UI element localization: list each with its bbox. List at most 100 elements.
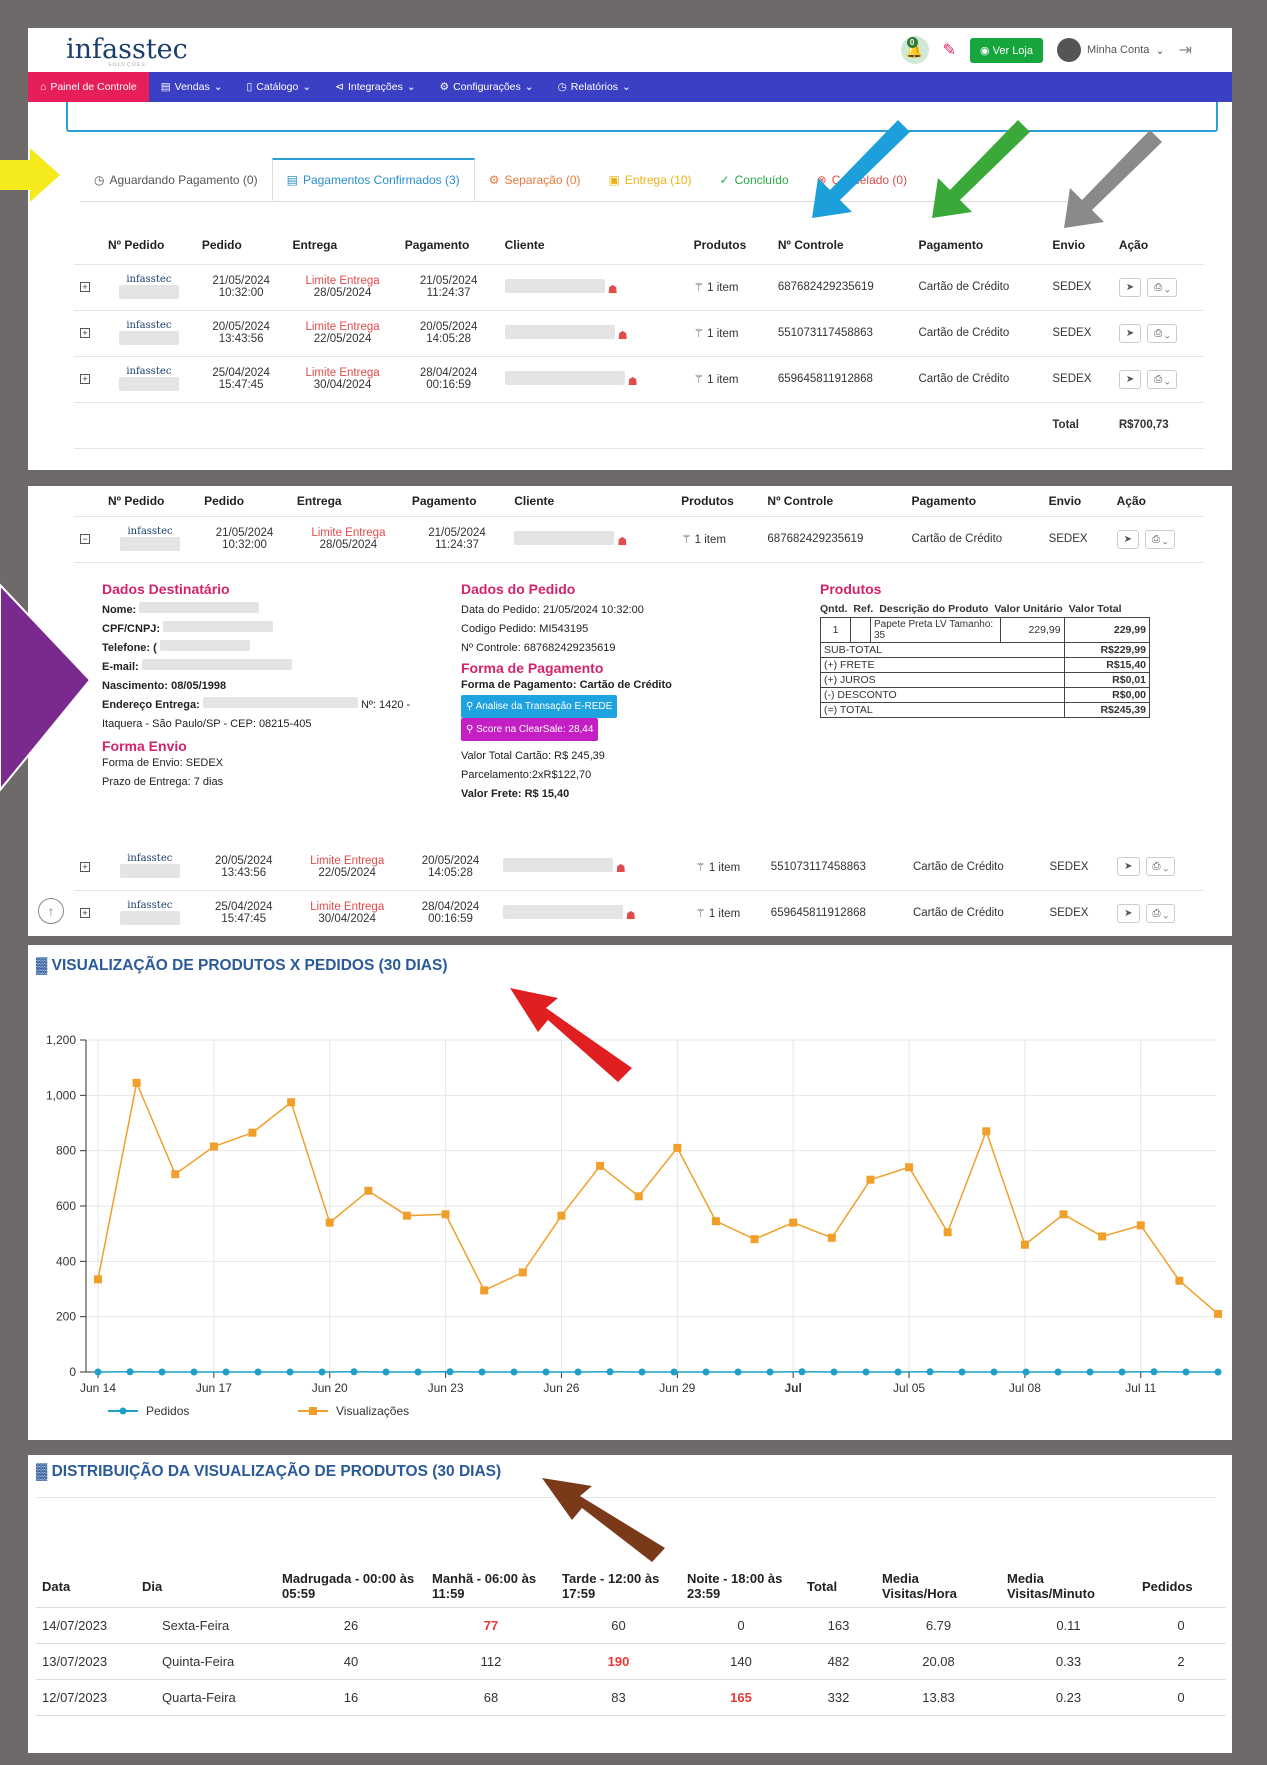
tab-concluido[interactable]: ✓ Concluído [706, 158, 803, 201]
table-cell: 83 [556, 1679, 681, 1716]
pag-time: 11:24:37 [426, 287, 471, 299]
table-header-row: Data Dia Madrugada - 00:00 às 05:59 Manh… [36, 1565, 1226, 1608]
clearsale-button[interactable]: ⚲ Score na ClearSale: 28,44 [461, 718, 599, 741]
collapse-icon[interactable]: − [80, 534, 90, 544]
tab-separacao[interactable]: ⚙ Separação (0) [475, 158, 595, 201]
table-header-row: Nº Pedido Pedido Entrega Pagamento Clien… [74, 486, 1204, 517]
account-menu[interactable]: Minha Conta ⌄ [1057, 38, 1165, 62]
print-icon[interactable]: ⎙ ⌄ [1145, 857, 1176, 877]
point-visualizacoes [132, 1078, 141, 1087]
blurred-value [141, 659, 292, 670]
point-visualizacoes [827, 1233, 836, 1242]
forma-pagamento: Forma de Pagamento: Cartão de Crédito [461, 679, 672, 691]
tab-entrega[interactable]: ▣ Entrega (10) [595, 158, 706, 201]
tab-label: Entrega (10) [624, 172, 692, 187]
print-icon[interactable]: ⎙ ⌄ [1147, 323, 1177, 343]
pedido-time: 15:47:45 [221, 913, 267, 925]
entrega-date: 22/05/2024 [318, 866, 376, 879]
summary-label: SUB-TOTAL [820, 642, 1065, 658]
expand-icon[interactable]: + [80, 282, 90, 292]
erede-button[interactable]: ⚲ Analise da Transação E-REDE [461, 695, 618, 718]
table-row[interactable]: + infasstec 20/05/2024 13:43:56 Limite En… [74, 844, 1204, 891]
tab-aguardando[interactable]: ◷ Aguardando Pagamento (0) [80, 158, 272, 201]
send-icon[interactable]: ➤ [1118, 277, 1142, 297]
table-row[interactable]: − infasstec 21/05/2024 10:32:00 Limite En… [74, 516, 1204, 563]
point-visualizacoes [750, 1235, 759, 1244]
table-header-row: Nº Pedido Pedido Entrega Pagamento Clien… [74, 226, 1204, 265]
table-row[interactable]: + infasstec 20/05/2024 13:43:56 Limite En… [74, 310, 1204, 357]
logo[interactable]: infasstec SOLUÇÕES [66, 34, 188, 68]
nav-configuracoes[interactable]: ⚙ Configurações ⌄ [428, 72, 546, 102]
nav-integracoes[interactable]: ⊲ Integrações ⌄ [323, 72, 428, 102]
table-cell: 68 [426, 1679, 556, 1716]
print-icon[interactable]: ⎙ ⌄ [1145, 529, 1175, 549]
table-cell: Quinta-Feira [136, 1643, 276, 1680]
expand-icon[interactable]: + [80, 908, 90, 918]
expand-icon[interactable]: + [80, 374, 90, 384]
pagamento-tipo: Cartão de Crédito [906, 890, 1044, 936]
point-pedidos [1214, 1368, 1222, 1376]
order-logo: infasstec [126, 365, 172, 377]
envio: SEDEX [1046, 356, 1113, 403]
bag-icon: ☗ [625, 909, 636, 922]
entrega-label: Limite Entrega [310, 854, 385, 867]
send-icon[interactable]: ➤ [1117, 857, 1140, 877]
nav-relatorios[interactable]: ◷ Relatórios ⌄ [546, 72, 643, 102]
field-email: E-mail: [102, 658, 432, 677]
table-cell: Sexta-Feira [136, 1607, 276, 1644]
notification-icon[interactable]: 🔔 0 [900, 36, 929, 64]
col-header: Tarde - 12:00 às 17:59 [556, 1565, 681, 1608]
expand-icon[interactable]: + [80, 861, 90, 872]
pedido-date: 20/05/2024 [214, 854, 273, 867]
point-visualizacoes [557, 1211, 566, 1220]
entrega-label: Limite Entrega [310, 901, 385, 913]
point-visualizacoes [441, 1210, 450, 1219]
send-icon[interactable]: ➤ [1118, 323, 1142, 343]
produtos: 1 item [694, 534, 726, 546]
label: Telefone: ( [102, 642, 157, 654]
ver-loja-button[interactable]: ◉ Ver Loja [969, 37, 1043, 63]
y-tick-label: 1,000 [46, 1088, 76, 1102]
blurred-value [139, 602, 260, 613]
logout-icon[interactable]: ⇥ [1179, 40, 1192, 60]
send-icon[interactable]: ➤ [1116, 529, 1140, 549]
table-row[interactable]: + infasstec 25/04/2024 15:47:45 Limite En… [74, 890, 1204, 936]
table-cell: 13.83 [876, 1679, 1001, 1716]
tab-confirmados[interactable]: ▤ Pagamentos Confirmados (3) [271, 158, 475, 201]
pagamento-tipo: Cartão de Crédito [912, 356, 1047, 403]
print-icon[interactable]: ⎙ ⌄ [1147, 277, 1177, 297]
expand-icon[interactable]: + [80, 328, 90, 338]
col-header: Manhã - 06:00 às 11:59 [426, 1565, 556, 1608]
envio: SEDEX [1043, 844, 1112, 891]
orders-panel: infasstec SOLUÇÕES 🔔 0 ✎ ◉ Ver Loja Minha … [28, 28, 1232, 470]
tab-cancelado[interactable]: ⊗ Cancelado (0) [803, 158, 921, 201]
col-header: Noite - 18:00 às 23:59 [681, 1565, 801, 1608]
send-icon[interactable]: ➤ [1117, 903, 1140, 923]
print-icon[interactable]: ⎙ ⌄ [1147, 369, 1177, 389]
legend-marker [309, 1407, 317, 1415]
notification-count: 0 [906, 37, 918, 48]
point-visualizacoes [287, 1098, 296, 1107]
tab-label: Concluído [734, 172, 789, 187]
table-row: 12/07/2023 Quarta-Feira 16 68 83 165 332 13.83 0… [36, 1679, 1226, 1716]
label: E-mail: [102, 661, 139, 673]
point-pedidos [190, 1368, 198, 1376]
nav-vendas[interactable]: ▤ Vendas ⌄ [149, 72, 235, 102]
button-label: Score na ClearSale: 28,44 [476, 724, 594, 735]
point-visualizacoes [673, 1143, 682, 1152]
nav-catalogo[interactable]: ▯ Catálogo ⌄ [235, 72, 324, 102]
col-header: Cliente [498, 226, 688, 265]
print-icon[interactable]: ⎙ ⌄ [1145, 903, 1176, 923]
pen-icon[interactable]: ✎ [943, 40, 956, 60]
scroll-top-icon[interactable]: ↑ [38, 898, 64, 924]
send-icon[interactable]: ➤ [1118, 369, 1142, 389]
nav-painel[interactable]: ⌂ Painel de Controle [28, 72, 149, 102]
table-row[interactable]: + infasstec 21/05/2024 10:32:00 Limite En… [74, 264, 1204, 311]
x-tick-label: Jun 29 [659, 1381, 695, 1395]
point-visualizacoes [248, 1128, 257, 1137]
distribution-panel: ▓ DISTRIBUIÇÃO DA VISUALIZAÇÃO DE PRODUT… [28, 1455, 1232, 1753]
envio: SEDEX [1046, 264, 1113, 311]
qtd: 1 [820, 617, 851, 643]
table-row[interactable]: + infasstec 25/04/2024 15:47:45 Limite En… [74, 356, 1204, 403]
y-tick-label: 0 [69, 1365, 76, 1379]
